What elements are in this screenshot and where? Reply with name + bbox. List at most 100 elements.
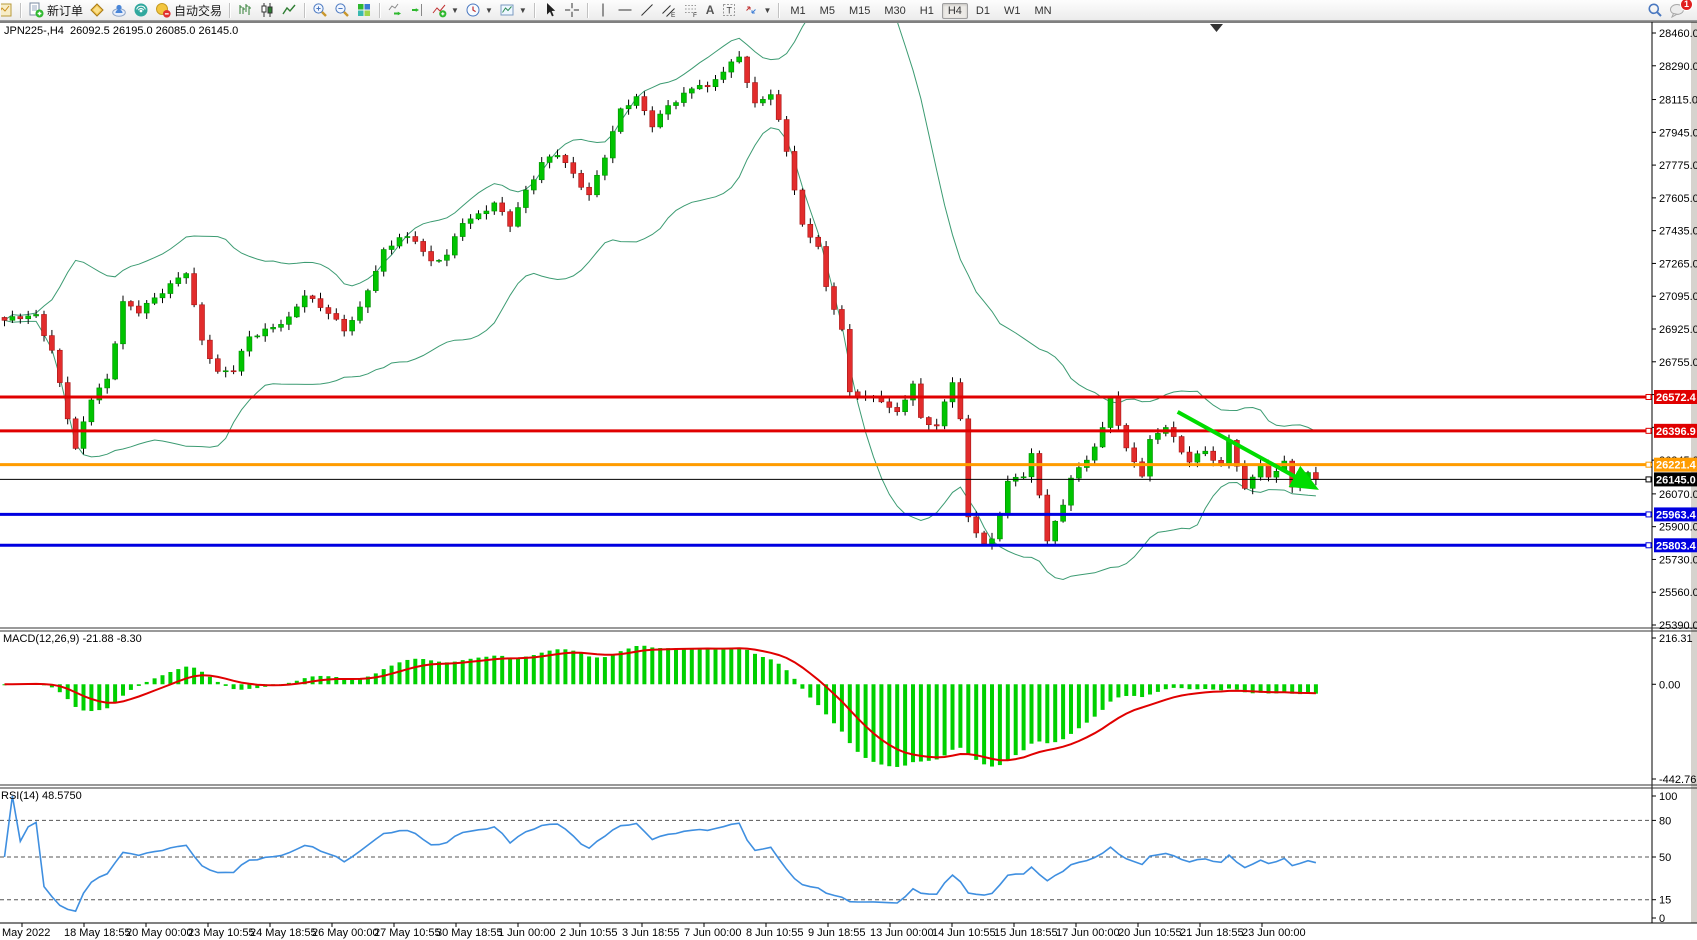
timeframe-button-d1[interactable]: D1 <box>970 3 996 19</box>
toolbar-separator <box>304 3 305 18</box>
svg-text:25963.4: 25963.4 <box>1656 509 1697 521</box>
timeframe-button-w1[interactable]: W1 <box>998 3 1027 19</box>
indicators-icon <box>431 2 447 18</box>
new-order-icon <box>28 2 44 18</box>
market-icon <box>89 2 105 18</box>
svg-text:T: T <box>727 6 733 16</box>
bar-chart-button[interactable] <box>234 1 256 20</box>
svg-text:28460.0: 28460.0 <box>1659 28 1697 40</box>
svg-text:26 May 00:00: 26 May 00:00 <box>312 927 379 939</box>
candlestick-chart-button[interactable] <box>256 1 278 20</box>
signals-button[interactable] <box>130 1 152 20</box>
timeframe-button-m30[interactable]: M30 <box>878 3 911 19</box>
timeframe-button-m5[interactable]: M5 <box>814 3 841 19</box>
horizontal-line-tool-button[interactable] <box>614 1 636 20</box>
svg-text:25730.0: 25730.0 <box>1659 554 1697 566</box>
timeframe-button-h1[interactable]: H1 <box>914 3 940 19</box>
svg-text:23 Jun 00:00: 23 Jun 00:00 <box>1242 927 1306 939</box>
timeframe-button-mn[interactable]: MN <box>1028 3 1057 19</box>
svg-text:25900.0: 25900.0 <box>1659 522 1697 534</box>
notification-badge: 1 <box>1680 0 1693 11</box>
text-label-tool-button[interactable]: T <box>718 1 740 20</box>
svg-text:28115.0: 28115.0 <box>1659 95 1697 107</box>
autotrading-button[interactable]: 自动交易 <box>152 1 225 20</box>
toolbar-separator <box>778 3 779 18</box>
chart-background <box>0 21 1697 940</box>
horizontal-line-icon <box>617 2 633 18</box>
cursor-button[interactable] <box>539 1 561 20</box>
svg-text:26572.4: 26572.4 <box>1656 392 1697 404</box>
svg-text:28290.0: 28290.0 <box>1659 61 1697 73</box>
svg-text:26925.0: 26925.0 <box>1659 324 1697 336</box>
signals-icon <box>133 2 149 18</box>
chart-canvas[interactable]: 28460.028290.028115.027945.027775.027605… <box>0 0 1697 940</box>
crosshair-icon <box>564 2 580 18</box>
equidistant-channel-tool-button[interactable]: E <box>658 1 680 20</box>
timeframe-button-h4[interactable]: H4 <box>942 3 968 19</box>
svg-text:8 Jun 10:55: 8 Jun 10:55 <box>746 927 804 939</box>
periods-button[interactable]: ▼ <box>462 1 496 20</box>
svg-text:E: E <box>671 12 676 18</box>
vertical-line-icon <box>595 2 611 18</box>
svg-text:24 May 18:55: 24 May 18:55 <box>250 927 317 939</box>
trendline-icon <box>639 2 655 18</box>
bar-chart-icon <box>237 2 253 18</box>
chevron-down-icon: ▼ <box>763 6 771 15</box>
chevron-down-icon: ▼ <box>485 6 493 15</box>
toolbar-separator <box>379 3 380 18</box>
new-order-button[interactable]: 新订单 <box>25 1 86 20</box>
zoom-out-button[interactable] <box>331 1 353 20</box>
arrows-tool-button[interactable]: ▼ <box>740 1 774 20</box>
community-button[interactable] <box>108 1 130 20</box>
svg-text:26221.4: 26221.4 <box>1656 460 1697 472</box>
market-button[interactable] <box>86 1 108 20</box>
line-chart-button[interactable] <box>278 1 300 20</box>
svg-text:216.31: 216.31 <box>1659 633 1693 645</box>
svg-text:26070.0: 26070.0 <box>1659 489 1697 501</box>
chart-title: JPN225-,H4 26092.5 26195.0 26085.0 26145… <box>4 25 238 37</box>
tile-windows-button[interactable] <box>353 1 375 20</box>
svg-text:0: 0 <box>1659 913 1665 925</box>
text-tool-button[interactable]: A <box>702 1 719 20</box>
svg-text:23 May 10:55: 23 May 10:55 <box>188 927 255 939</box>
indicators-button[interactable]: ▼ <box>428 1 462 20</box>
svg-text:27775.0: 27775.0 <box>1659 160 1697 172</box>
arrows-icon <box>743 2 759 18</box>
search-button[interactable] <box>1644 1 1666 20</box>
fibonacci-tool-button[interactable]: F <box>680 1 702 20</box>
svg-text:F: F <box>693 12 697 18</box>
svg-text:18 May 18:55: 18 May 18:55 <box>64 927 131 939</box>
timeframe-button-m1[interactable]: M1 <box>784 3 811 19</box>
equidistant-channel-icon: E <box>661 2 677 18</box>
zoom-out-icon <box>334 2 350 18</box>
svg-text:50: 50 <box>1659 852 1671 864</box>
trendline-tool-button[interactable] <box>636 1 658 20</box>
svg-text:0.00: 0.00 <box>1659 679 1680 691</box>
svg-text:80: 80 <box>1659 815 1671 827</box>
chart-shift-button[interactable] <box>406 1 428 20</box>
line-chart-icon <box>281 2 297 18</box>
new-order-label: 新订单 <box>47 2 83 19</box>
notifications-button[interactable]: 1 <box>1666 1 1689 20</box>
vertical-line-tool-button[interactable] <box>592 1 614 20</box>
timeframe-toolbar: M1M5M15M30H1H4D1W1MN <box>783 1 1058 19</box>
auto-scroll-button[interactable] <box>384 1 406 20</box>
svg-text:25803.4: 25803.4 <box>1656 540 1697 552</box>
svg-text:7 Jun 00:00: 7 Jun 00:00 <box>684 927 742 939</box>
svg-text:2 Jun 10:55: 2 Jun 10:55 <box>560 927 618 939</box>
autotrading-label: 自动交易 <box>174 2 222 19</box>
svg-text:27265.0: 27265.0 <box>1659 258 1697 270</box>
crosshair-button[interactable] <box>561 1 583 20</box>
text-label-icon: T <box>721 2 737 18</box>
chart-shift-icon <box>409 2 425 18</box>
svg-text:21 Jun 18:55: 21 Jun 18:55 <box>1180 927 1244 939</box>
zoom-in-button[interactable] <box>309 1 331 20</box>
clipped-toolbar-icon[interactable] <box>1 2 16 18</box>
toolbar: 新订单 自动交易 ▼ ▼ <box>0 0 1697 21</box>
svg-text:15: 15 <box>1659 895 1671 907</box>
toolbar-separator <box>534 3 535 18</box>
timeframe-button-m15[interactable]: M15 <box>843 3 876 19</box>
svg-text:-442.76: -442.76 <box>1659 774 1696 786</box>
templates-button[interactable]: ▼ <box>496 1 530 20</box>
svg-text:9 Jun 18:55: 9 Jun 18:55 <box>808 927 866 939</box>
